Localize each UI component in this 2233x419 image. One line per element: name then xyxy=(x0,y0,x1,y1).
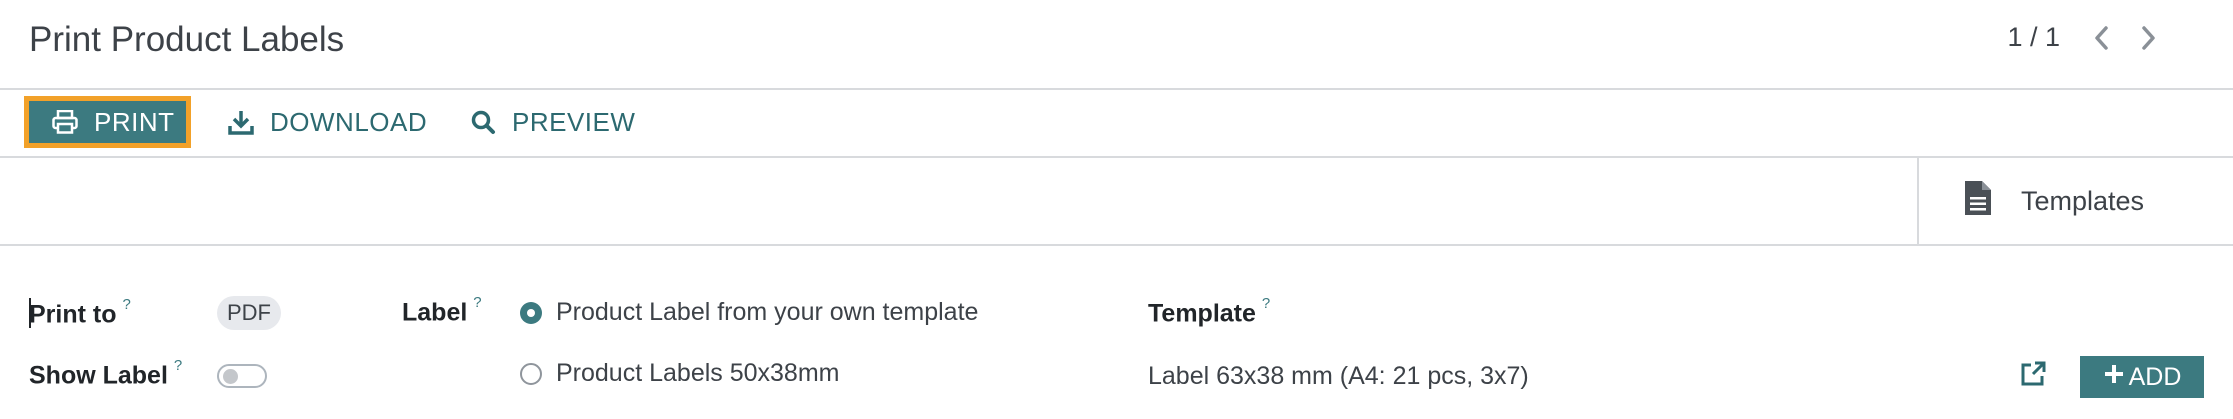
templates-label: Templates xyxy=(2021,185,2145,216)
pager: 1 / 1 xyxy=(2007,22,2160,53)
button-box: Templates xyxy=(0,158,2233,246)
print-to-label: Print to? xyxy=(29,296,131,329)
template-label: Template? xyxy=(1148,295,1271,328)
chevron-right-icon[interactable] xyxy=(2136,24,2160,52)
plus-icon xyxy=(2103,363,2125,392)
print-button[interactable]: PRINT xyxy=(24,96,191,148)
help-tooltip[interactable]: ? xyxy=(123,296,131,313)
help-tooltip[interactable]: ? xyxy=(473,294,481,311)
add-button[interactable]: ADD xyxy=(2080,356,2204,398)
pager-value[interactable]: 1 / 1 xyxy=(2007,22,2060,53)
control-panel-header: Print Product Labels 1 / 1 xyxy=(0,0,2233,90)
show-label-label: Show Label? xyxy=(29,357,183,390)
preview-label: PREVIEW xyxy=(512,106,636,137)
templates-smart-button[interactable]: Templates xyxy=(1917,158,2233,244)
download-label: DOWNLOAD xyxy=(270,106,428,137)
radio-50x38[interactable]: Product Labels 50x38mm xyxy=(520,359,839,388)
toggle-knob xyxy=(223,369,238,384)
add-label: ADD xyxy=(2128,362,2182,391)
action-bar: PRINT DOWNLOAD PREVIEW xyxy=(0,90,2233,158)
label-type-label: Label? xyxy=(402,294,482,327)
radio-checked-icon xyxy=(520,301,542,324)
help-tooltip[interactable]: ? xyxy=(1262,295,1270,312)
page-title: Print Product Labels xyxy=(29,20,345,59)
search-icon xyxy=(470,109,496,135)
show-label-toggle[interactable] xyxy=(217,364,267,388)
help-tooltip[interactable]: ? xyxy=(174,357,182,374)
download-icon xyxy=(228,109,254,135)
preview-button[interactable]: PREVIEW xyxy=(470,96,635,148)
document-icon xyxy=(1963,179,1993,224)
radio-own-template[interactable]: Product Label from your own template xyxy=(520,298,978,327)
print-label: PRINT xyxy=(94,106,175,137)
chevron-left-icon[interactable] xyxy=(2090,24,2114,52)
radio-unchecked-icon xyxy=(520,362,542,385)
download-button[interactable]: DOWNLOAD xyxy=(228,96,427,148)
printer-icon xyxy=(52,110,78,134)
template-value[interactable]: Label 63x38 mm (A4: 21 pcs, 3x7) xyxy=(1148,362,1529,391)
print-format-badge[interactable]: PDF xyxy=(217,296,281,330)
label-form: Print to? PDF Show Label? Label? Product… xyxy=(0,246,2233,419)
external-link-icon[interactable] xyxy=(2019,360,2047,393)
